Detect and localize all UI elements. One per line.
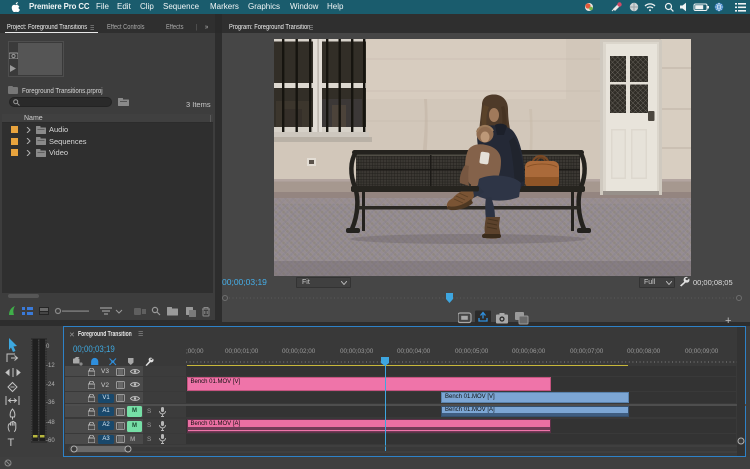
svg-text:T: T bbox=[8, 437, 15, 449]
